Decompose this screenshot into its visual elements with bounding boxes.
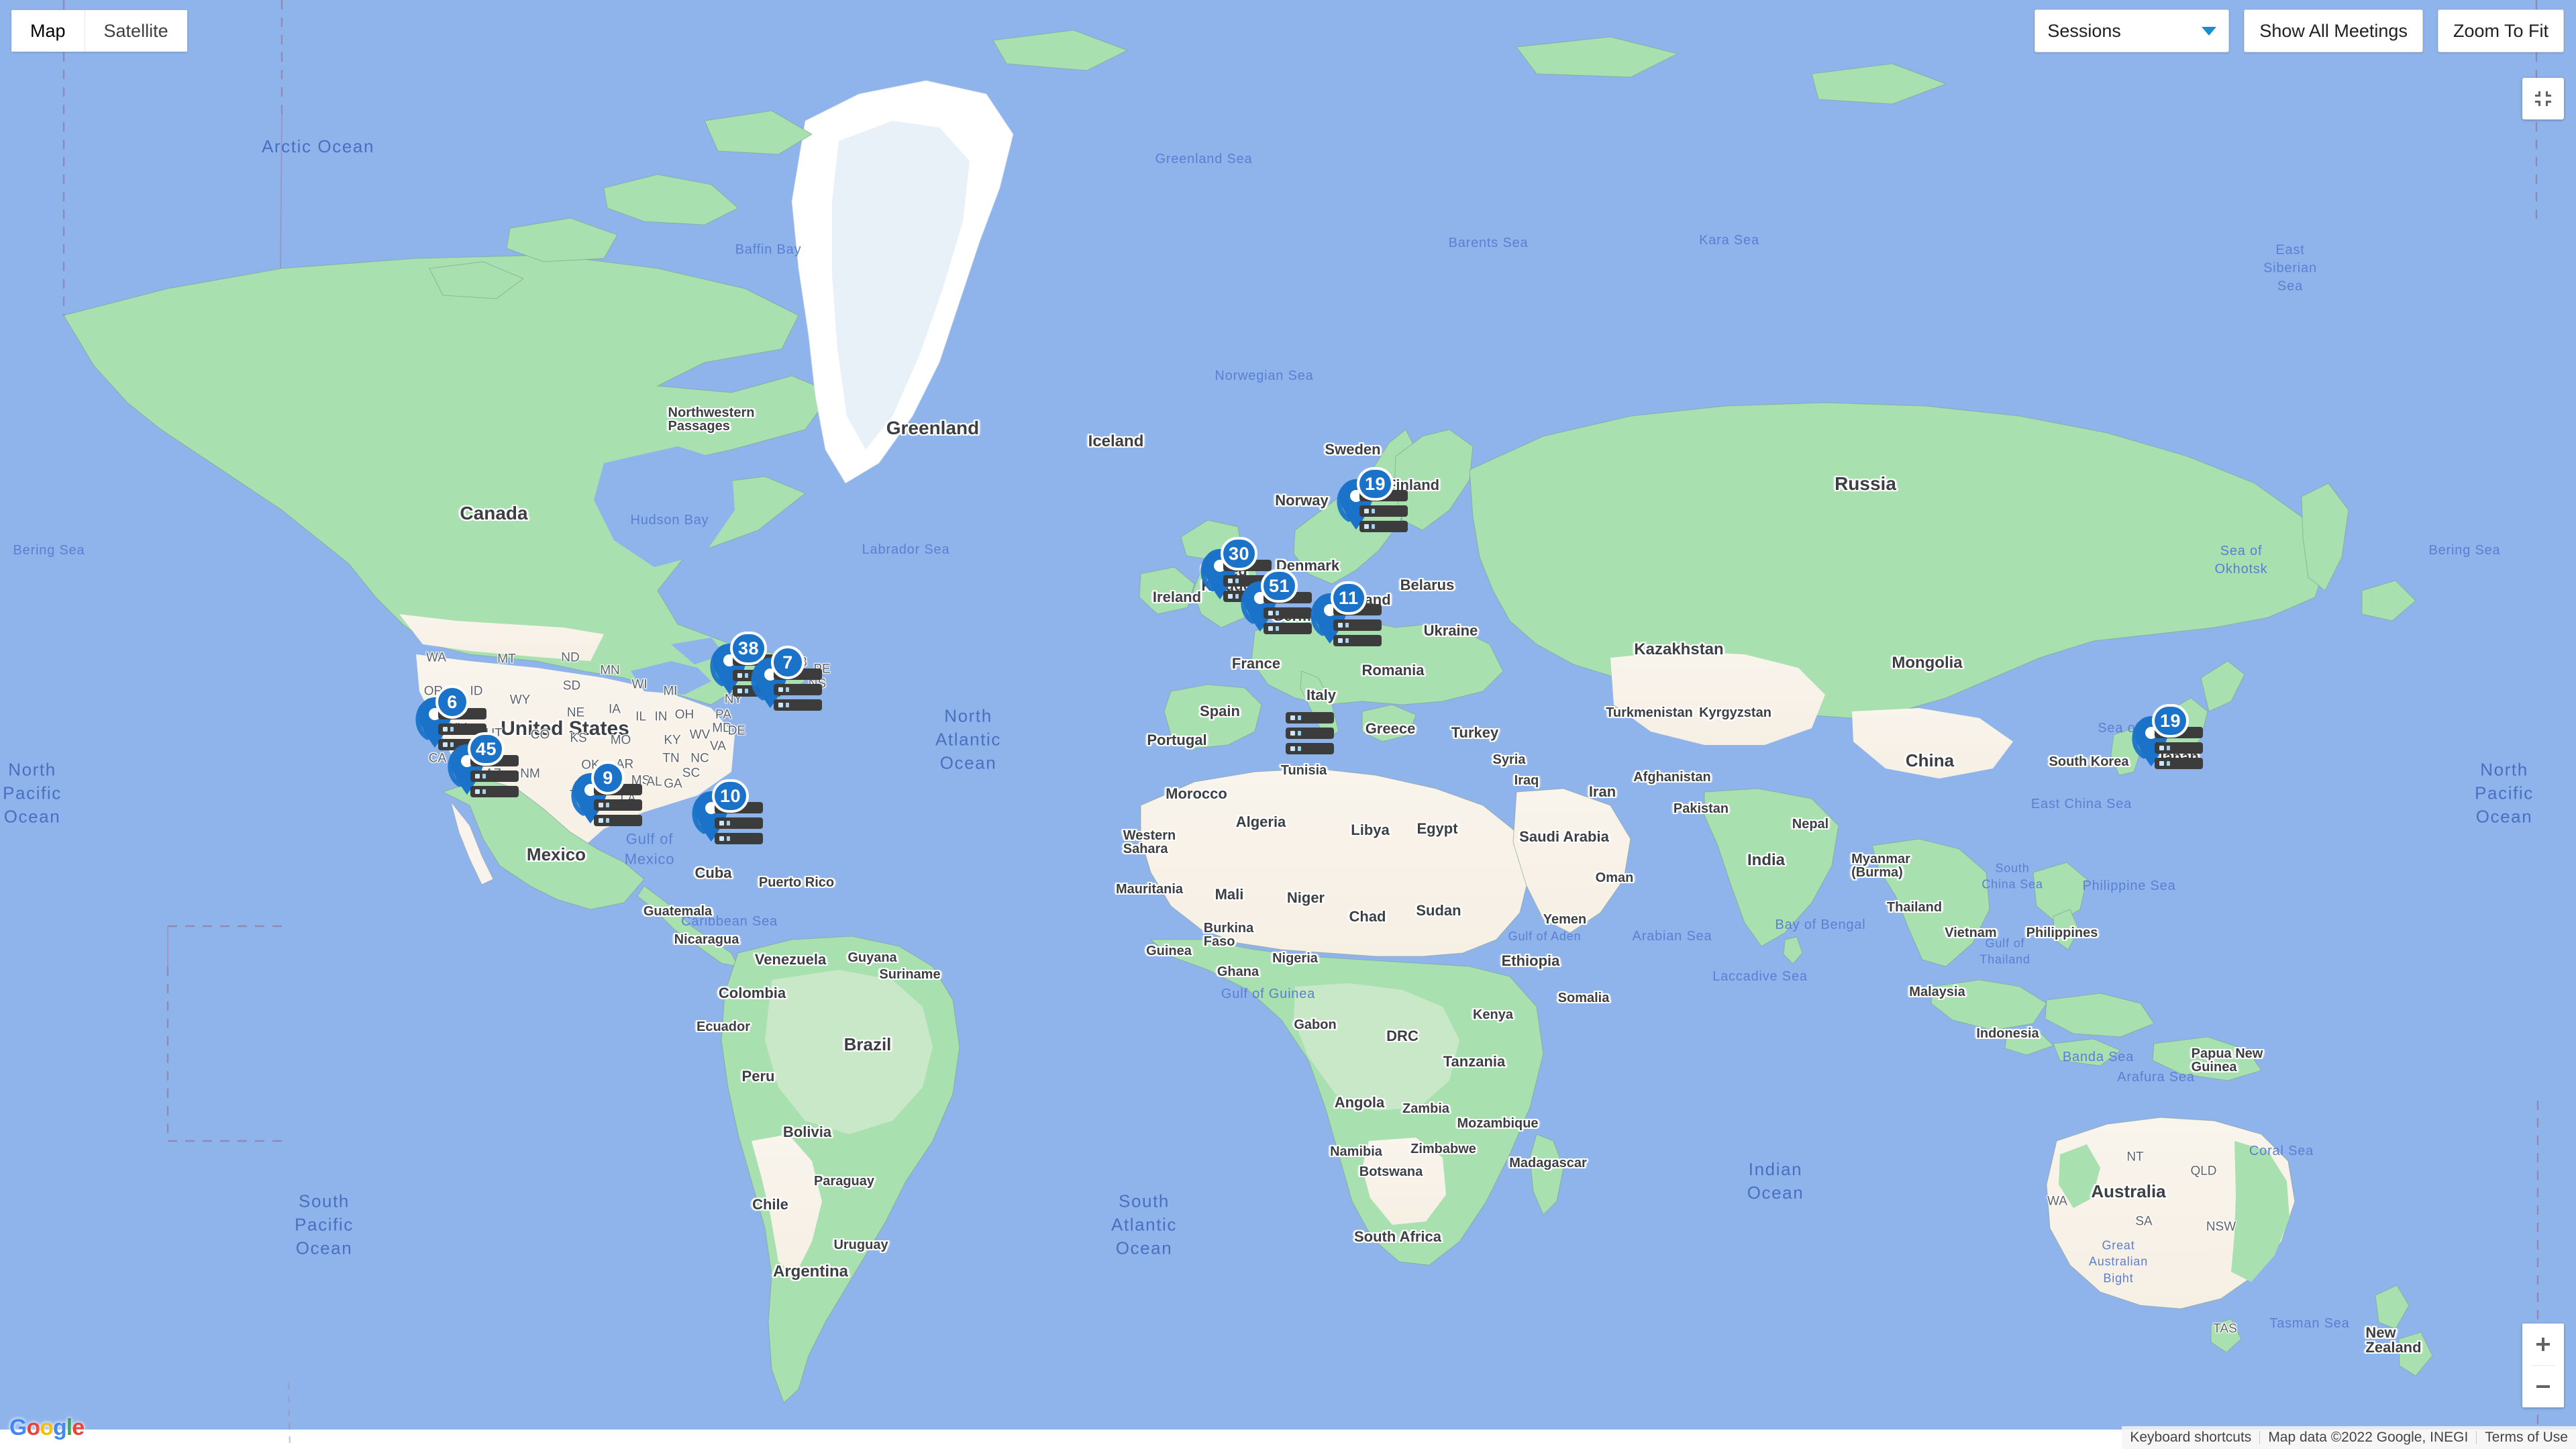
google-logo: Google	[9, 1415, 85, 1441]
keyboard-shortcuts-link[interactable]: Keyboard shortcuts	[2122, 1426, 2259, 1449]
marker-cluster-45[interactable]: 45	[448, 732, 519, 797]
marker-cluster-11[interactable]: 11	[1310, 581, 1382, 646]
show-all-meetings-button[interactable]: Show All Meetings	[2244, 9, 2423, 52]
top-right-toolbar: Sessions Show All Meetings Zoom To Fit	[2034, 9, 2564, 52]
map-application: Arctic Ocean North Atlantic Ocean North Pacif…	[0, 0, 2576, 1449]
map-type-control[interactable]: Map Satellite	[11, 10, 187, 52]
marker-cluster-51[interactable]: 51	[1241, 569, 1312, 634]
server-rack-italy[interactable]	[1286, 712, 1334, 755]
map-attribution-bar: Keyboard shortcuts Map data ©2022 Google…	[2122, 1426, 2576, 1449]
google-logo-o1: o	[26, 1415, 40, 1440]
google-logo-g1: G	[9, 1415, 27, 1440]
map-type-map-button[interactable]: Map	[11, 10, 85, 52]
marker-count-badge: 19	[1357, 467, 1394, 501]
google-logo-o2: o	[40, 1415, 54, 1440]
marker-count-badge: 10	[712, 779, 750, 813]
google-logo-l: l	[66, 1415, 73, 1440]
minus-icon	[2536, 1385, 2550, 1388]
map-type-satellite-button[interactable]: Satellite	[84, 10, 187, 52]
marker-count-badge: 51	[1261, 569, 1298, 603]
marker-count-badge: 6	[435, 685, 469, 719]
marker-cluster-6[interactable]: 6	[415, 685, 486, 750]
zoom-in-button[interactable]	[2522, 1323, 2564, 1365]
marker-cluster-38[interactable]: 38	[710, 632, 781, 697]
google-logo-e: e	[72, 1415, 85, 1440]
server-rack-icon	[1286, 712, 1334, 755]
map-canvas[interactable]: Arctic Ocean North Atlantic Ocean North Pacif…	[0, 0, 2576, 1449]
zoom-to-fit-button[interactable]: Zoom To Fit	[2437, 9, 2564, 52]
plus-icon	[2536, 1338, 2550, 1351]
sessions-dropdown-label: Sessions	[2047, 20, 2121, 41]
marker-count-badge: 30	[1221, 537, 1258, 570]
marker-cluster-10[interactable]: 10	[692, 779, 763, 844]
marker-cluster-9[interactable]: 9	[571, 761, 642, 826]
marker-count-badge: 7	[771, 646, 805, 679]
map-data-text: Map data ©2022 Google, INEGI	[2268, 1430, 2469, 1445]
marker-count-badge: 11	[1331, 581, 1367, 615]
marker-cluster-19-denmark[interactable]: 19	[1337, 467, 1408, 532]
sessions-dropdown[interactable]: Sessions	[2034, 9, 2230, 52]
terms-of-use-link[interactable]: Terms of Use	[2477, 1426, 2576, 1449]
marker-count-badge: 45	[468, 732, 505, 766]
fullscreen-toggle-button[interactable]	[2522, 78, 2564, 119]
marker-cluster-19-japan[interactable]: 19	[2132, 704, 2203, 769]
marker-count-badge: 9	[591, 761, 625, 795]
google-logo-g2: g	[53, 1415, 67, 1440]
marker-cluster-30[interactable]: 30	[1200, 537, 1272, 602]
chevron-down-icon	[2202, 26, 2217, 36]
zoom-controls	[2522, 1323, 2564, 1407]
marker-cluster-7[interactable]: 7	[751, 646, 822, 711]
fullscreen-collapse-icon	[2535, 91, 2551, 106]
marker-count-badge: 19	[2152, 704, 2189, 738]
zoom-out-button[interactable]	[2522, 1366, 2564, 1407]
